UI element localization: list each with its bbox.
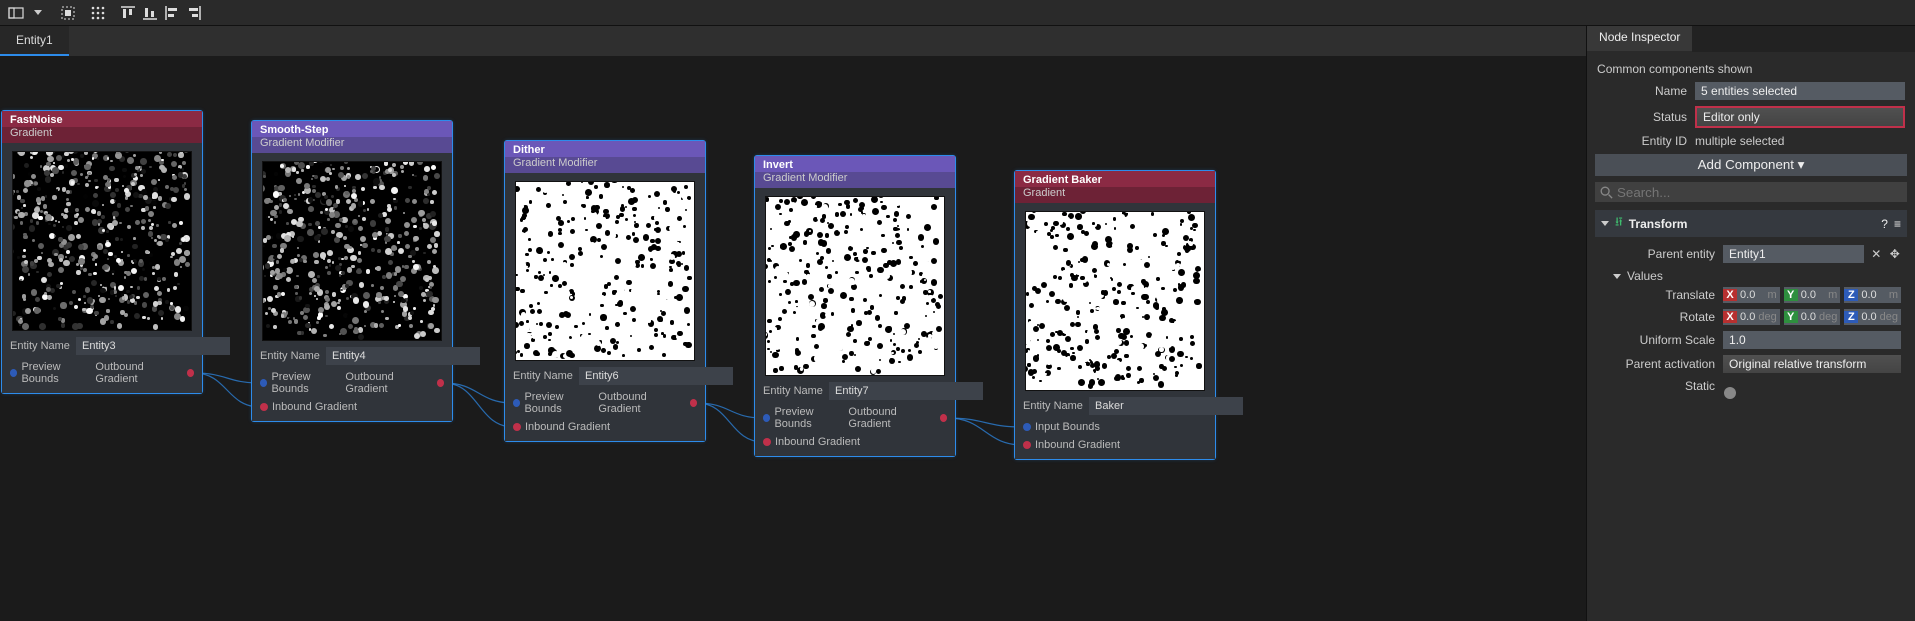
port-in-extra[interactable]: Inbound Gradient: [260, 401, 357, 413]
entity-name-field[interactable]: [829, 382, 983, 400]
toolbar-btn-align-right[interactable]: [184, 3, 204, 23]
node-title: Smooth-Step: [252, 121, 452, 137]
transform-icon: ⭿: [1615, 213, 1623, 234]
toolbar: [0, 0, 1915, 26]
entity-name-field[interactable]: [579, 367, 733, 385]
node-title: Dither: [505, 141, 705, 157]
node-preview: [1025, 211, 1205, 391]
graph-node[interactable]: Smooth-StepGradient Modifier Entity Name P…: [252, 121, 452, 421]
port-in[interactable]: Preview Bounds: [763, 406, 848, 430]
port-in-extra[interactable]: Inbound Gradient: [513, 421, 610, 433]
node-subtitle: Gradient: [2, 127, 202, 143]
toolbar-dropdown-icon[interactable]: [28, 3, 48, 23]
entity-name-label: Entity Name: [1023, 400, 1083, 412]
add-component-button[interactable]: Add Component ▾: [1595, 154, 1907, 176]
search-input[interactable]: [1595, 182, 1907, 202]
port-in[interactable]: Preview Bounds: [513, 391, 598, 415]
uniform-scale-field[interactable]: [1723, 331, 1901, 349]
node-title: FastNoise: [2, 111, 202, 127]
toolbar-btn-frame[interactable]: [58, 3, 78, 23]
values-expander[interactable]: Values: [1613, 269, 1903, 283]
parent-activation-select[interactable]: Original relative transform: [1723, 355, 1901, 373]
toolbar-btn-align-left[interactable]: [162, 3, 182, 23]
common-components-note: Common components shown: [1597, 62, 1905, 76]
parent-entity-label: Parent entity: [1615, 247, 1715, 261]
parent-activation-label: Parent activation: [1615, 357, 1715, 371]
node-preview: [765, 196, 945, 376]
node-subtitle: Gradient Modifier: [755, 172, 955, 188]
entityid-value: multiple selected: [1695, 134, 1905, 148]
graph-tabbar: Entity1: [0, 26, 1586, 56]
toolbar-btn-grid-dots[interactable]: [88, 3, 108, 23]
search-icon: [1599, 185, 1613, 202]
entity-name-field[interactable]: [76, 337, 230, 355]
port-out[interactable]: Outbound Gradient: [345, 371, 444, 395]
node-preview: [515, 181, 695, 361]
name-label: Name: [1597, 84, 1687, 98]
static-label: Static: [1615, 379, 1715, 393]
port-out[interactable]: Outbound Gradient: [95, 361, 194, 385]
uniform-scale-label: Uniform Scale: [1629, 333, 1715, 347]
graph-node[interactable]: Gradient BakerGradient Entity Name Input B…: [1015, 171, 1215, 459]
port-in[interactable]: Preview Bounds: [260, 371, 345, 395]
port-in[interactable]: Input Bounds: [1023, 421, 1100, 433]
port-in-extra[interactable]: Inbound Gradient: [763, 436, 860, 448]
transform-section-header[interactable]: ⭿ Transform ? ≡: [1595, 210, 1907, 237]
rotate-label: Rotate: [1629, 310, 1715, 324]
name-field[interactable]: [1695, 82, 1905, 100]
node-subtitle: Gradient Modifier: [505, 157, 705, 173]
node-subtitle: Gradient: [1015, 187, 1215, 203]
graph-tab[interactable]: Entity1: [0, 26, 69, 56]
parent-entity-clear-icon[interactable]: ✕: [1870, 246, 1882, 262]
entity-name-label: Entity Name: [10, 340, 70, 352]
parent-entity-pick-icon[interactable]: ✥: [1889, 246, 1901, 262]
graph-canvas[interactable]: FastNoiseGradientEntity NamePreview Boun…: [0, 56, 1586, 621]
node-subtitle: Gradient Modifier: [252, 137, 452, 153]
parent-entity-field[interactable]: [1723, 245, 1864, 263]
node-title: Invert: [755, 156, 955, 172]
entity-name-field[interactable]: [326, 347, 480, 365]
entity-name-label: Entity Name: [260, 350, 320, 362]
inspector-panel: Node Inspector Common components shown N…: [1586, 26, 1915, 621]
port-out[interactable]: Outbound Gradient: [598, 391, 697, 415]
node-preview: [12, 151, 192, 331]
port-out[interactable]: Outbound Gradient: [848, 406, 947, 430]
toolbar-btn-align-top[interactable]: [118, 3, 138, 23]
inspector-tab[interactable]: Node Inspector: [1587, 26, 1692, 52]
transform-title: Transform: [1629, 217, 1688, 231]
menu-icon[interactable]: ≡: [1894, 217, 1901, 231]
graph-pane: Entity1 FastNoiseGradientEntity NamePrev…: [0, 26, 1586, 621]
toolbar-btn-align-bottom[interactable]: [140, 3, 160, 23]
graph-node[interactable]: DitherGradient Modifier Entity Name Previe…: [505, 141, 705, 441]
graph-node[interactable]: FastNoiseGradient Entity Name Preview Boun…: [2, 111, 202, 393]
entityid-label: Entity ID: [1597, 134, 1687, 148]
port-in-extra[interactable]: Inbound Gradient: [1023, 439, 1120, 451]
translate-vec3[interactable]: X0.0m Y0.0m Z0.0m: [1723, 287, 1901, 303]
port-in[interactable]: Preview Bounds: [10, 361, 95, 385]
translate-label: Translate: [1629, 288, 1715, 302]
rotate-vec3[interactable]: X0.0deg Y0.0deg Z0.0deg: [1723, 309, 1901, 325]
graph-node[interactable]: InvertGradient Modifier Entity Name Previe…: [755, 156, 955, 456]
status-select[interactable]: Editor only: [1697, 108, 1903, 126]
entity-name-field[interactable]: [1089, 397, 1243, 415]
toolbar-btn-layout[interactable]: [6, 3, 26, 23]
help-icon[interactable]: ?: [1881, 217, 1888, 231]
entity-name-label: Entity Name: [513, 370, 573, 382]
status-label: Status: [1597, 110, 1687, 124]
entity-name-label: Entity Name: [763, 385, 823, 397]
node-title: Gradient Baker: [1015, 171, 1215, 187]
node-preview: [262, 161, 442, 341]
